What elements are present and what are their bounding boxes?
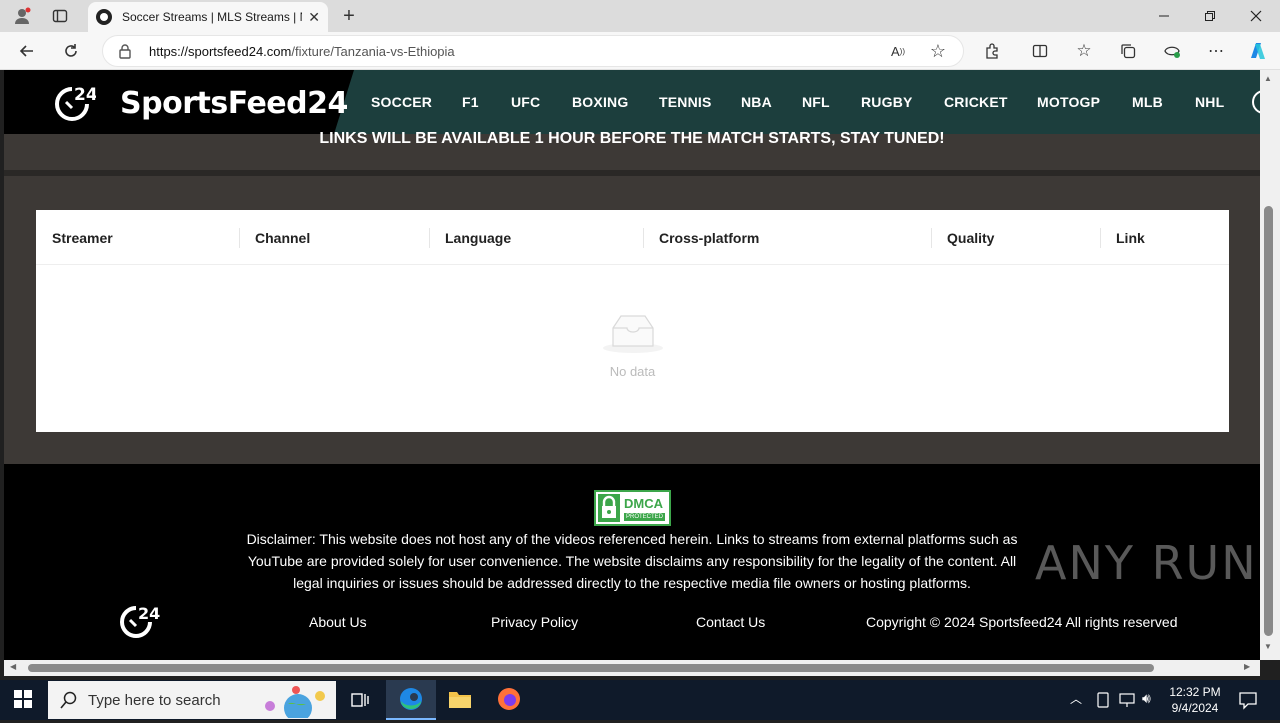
refresh-icon[interactable] — [60, 41, 82, 61]
new-tab-icon[interactable]: + — [338, 4, 360, 28]
url-path: /fixture/Tanzania-vs-Ethiopia — [291, 43, 455, 59]
scroll-right-arrow-icon[interactable]: ▶ — [1244, 662, 1250, 671]
file-explorer-icon[interactable] — [448, 688, 472, 710]
about-us-link[interactable]: About Us — [309, 614, 367, 630]
disclaimer-text: Disclaimer: This website does not host a… — [246, 531, 1018, 591]
profile-icon[interactable] — [12, 6, 32, 26]
address-bar[interactable]: https://sportsfeed24.com/fixture/Tanzani… — [102, 35, 964, 67]
extensions-icon[interactable] — [982, 41, 1002, 61]
match-banner: LINKS WILL BE AVAILABLE 1 HOUR BEFORE TH… — [319, 130, 945, 147]
nav-soccer[interactable]: SOCCER — [371, 94, 432, 110]
tray-device-icon[interactable] — [1096, 692, 1110, 708]
streams-table: Streamer Channel Language Cross-platform… — [36, 210, 1229, 432]
nav-tennis[interactable]: TENNIS — [659, 94, 712, 110]
scroll-up-arrow-icon[interactable]: ▲ — [1264, 74, 1272, 83]
col-separator — [1100, 228, 1101, 248]
copilot-icon[interactable] — [1246, 40, 1270, 62]
taskbar-edge-button[interactable] — [386, 680, 436, 720]
logo-text-feed: Feed24 — [227, 86, 349, 121]
network-icon[interactable] — [1118, 692, 1136, 708]
scroll-down-arrow-icon[interactable]: ▼ — [1264, 642, 1272, 651]
nav-nhl[interactable]: NHL — [1195, 94, 1224, 110]
col-channel: Channel — [255, 230, 311, 246]
search-highlight-icon[interactable] — [262, 684, 332, 722]
col-separator — [429, 228, 430, 248]
dmca-badge[interactable]: DMCA PROTECTED — [594, 490, 671, 526]
favorites-icon[interactable]: ☆ — [1074, 41, 1094, 61]
task-view-icon[interactable] — [350, 690, 370, 710]
browser-tab[interactable]: Soccer Streams | MLS Streams | N ✕ — [88, 2, 328, 32]
volume-icon[interactable]: 🔊︎ — [1142, 690, 1151, 707]
split-screen-icon[interactable] — [1030, 41, 1050, 61]
dmca-subtitle: PROTECTED — [624, 513, 666, 521]
clock-date: 9/4/2024 — [1171, 701, 1219, 715]
col-streamer: Streamer — [52, 230, 113, 246]
vertical-scroll-thumb[interactable] — [1264, 206, 1273, 636]
col-separator — [239, 228, 240, 248]
nav-rugby[interactable]: RUGBY — [861, 94, 913, 110]
col-cross-platform: Cross-platform — [659, 230, 760, 246]
more-options-icon[interactable]: ⋯ — [1206, 41, 1226, 61]
site-logo-text[interactable]: SportsFeed24 — [120, 86, 348, 121]
svg-text:24: 24 — [138, 604, 160, 623]
svg-text:24: 24 — [74, 85, 96, 105]
nav-mlb[interactable]: MLB — [1132, 94, 1163, 110]
favorite-star-icon[interactable]: ☆ — [928, 41, 948, 61]
nav-f1[interactable]: F1 — [462, 94, 479, 110]
nav-motogp[interactable]: MOTOGP — [1037, 94, 1100, 110]
col-separator — [931, 228, 932, 248]
notifications-icon[interactable] — [1238, 690, 1258, 710]
dmca-title: DMCA — [624, 496, 663, 511]
nav-nfl[interactable]: NFL — [802, 94, 830, 110]
collections-icon[interactable] — [1118, 41, 1138, 61]
col-language: Language — [445, 230, 512, 246]
col-separator — [643, 228, 644, 248]
footer-logo-icon[interactable]: 24 — [118, 602, 162, 642]
close-window-icon[interactable] — [1244, 6, 1268, 26]
site-favicon-icon — [96, 9, 112, 25]
search-placeholder: Type here to search — [88, 691, 221, 709]
close-tab-icon[interactable]: ✕ — [308, 9, 320, 26]
restore-icon[interactable] — [1198, 6, 1222, 26]
nav-nba[interactable]: NBA — [741, 94, 772, 110]
clock-time: 12:32 PM — [1169, 685, 1221, 699]
tray-chevron-icon[interactable]: ︿ — [1070, 690, 1082, 707]
col-quality: Quality — [947, 230, 995, 246]
system-clock[interactable]: 12:32 PM 9/4/2024 — [1160, 684, 1230, 716]
scroll-left-arrow-icon[interactable]: ◀ — [10, 662, 16, 671]
read-aloud-icon[interactable]: A)) — [888, 41, 908, 61]
no-data-text: No data — [609, 364, 656, 379]
nav-boxing[interactable]: BOXING — [572, 94, 628, 110]
browser-essentials-icon[interactable] — [1162, 41, 1182, 61]
empty-inbox-icon — [602, 312, 664, 354]
edge-icon — [400, 688, 422, 710]
back-icon[interactable] — [16, 41, 38, 61]
tab-actions-icon[interactable] — [50, 6, 70, 26]
padlock-icon — [598, 494, 620, 522]
logo-text-sports: Sports — [120, 86, 228, 121]
contact-us-link[interactable]: Contact Us — [696, 614, 765, 630]
site-logo-icon[interactable]: 24 — [52, 82, 98, 122]
horizontal-scroll-thumb[interactable] — [28, 664, 1154, 672]
search-icon — [60, 691, 78, 709]
minimize-icon[interactable] — [1152, 6, 1176, 26]
tab-title: Soccer Streams | MLS Streams | N — [122, 10, 303, 24]
col-link: Link — [1116, 230, 1145, 246]
windows-start-icon[interactable] — [14, 690, 34, 710]
copyright-text: Copyright © 2024 Sportsfeed24 All rights… — [866, 614, 1178, 630]
header-divider — [36, 264, 1229, 265]
nav-cricket[interactable]: CRICKET — [944, 94, 1008, 110]
firefox-icon[interactable] — [496, 686, 522, 712]
lock-icon[interactable] — [118, 43, 132, 59]
url-host: https://sportsfeed24.com — [149, 43, 292, 59]
anyrun-watermark: ANY RUN — [1035, 536, 1258, 590]
privacy-policy-link[interactable]: Privacy Policy — [491, 614, 578, 630]
nav-ufc[interactable]: UFC — [511, 94, 540, 110]
divider — [4, 170, 1260, 176]
